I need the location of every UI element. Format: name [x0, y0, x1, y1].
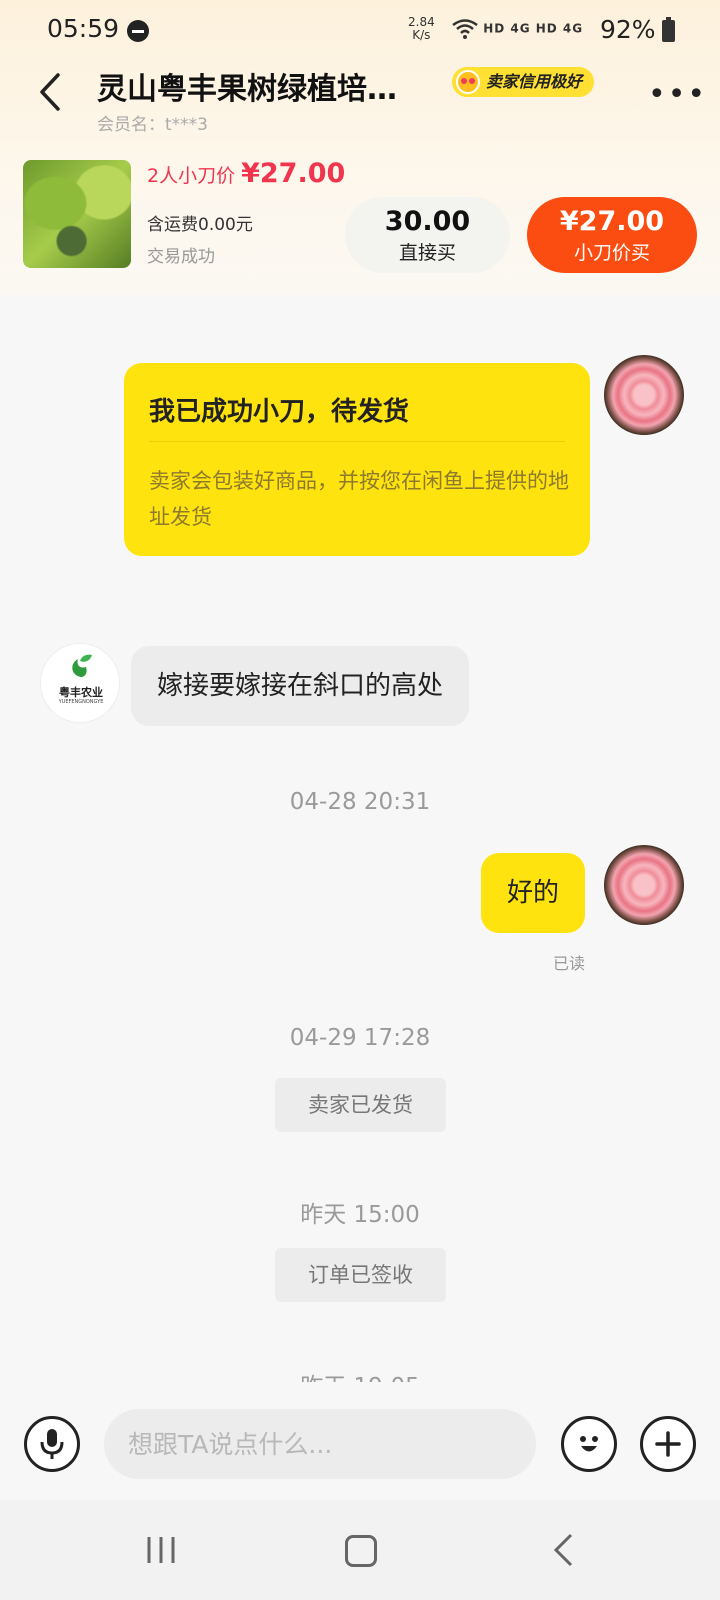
- credit-badge[interactable]: 卖家信用极好: [452, 67, 595, 97]
- battery-percent: 92%: [600, 15, 656, 44]
- more-button[interactable]: •••: [648, 80, 707, 110]
- buy-direct-button[interactable]: 30.00 直接买: [345, 197, 510, 273]
- home-icon[interactable]: [345, 1535, 377, 1567]
- credit-badge-label: 卖家信用极好: [486, 72, 583, 91]
- timestamp: 昨天 15:00: [300, 1202, 420, 1228]
- order-card: 2人小刀价 ¥27.00 含运费0.00元 交易成功 30.00 直接买 ¥27.…: [0, 150, 720, 290]
- buy-cut-price-button[interactable]: ¥27.00 小刀价买: [527, 197, 697, 273]
- wifi-icon: [452, 19, 478, 39]
- recent-apps-icon[interactable]: [145, 1535, 177, 1565]
- network-speed: 2.84 K/s: [408, 16, 435, 42]
- order-status-title: 我已成功小刀，待发货: [149, 397, 410, 427]
- chevron-left-icon: [40, 73, 60, 111]
- seller-avatar-name: 粤丰农业: [59, 686, 103, 699]
- emoji-button[interactable]: [561, 1416, 617, 1472]
- timestamp: 04-28 20:31: [289, 789, 431, 815]
- read-receipt: 已读: [553, 954, 586, 973]
- seller-avatar[interactable]: 粤丰农业 YUEFENGNONGYE: [40, 643, 120, 723]
- leaf-logo-icon: [72, 654, 92, 677]
- seller-avatar-sub: YUEFENGNONGYE: [58, 699, 104, 705]
- cut-button-label: 小刀价买: [573, 242, 650, 264]
- direct-label: 直接买: [398, 242, 456, 264]
- cut-price-label: 2人小刀价: [147, 165, 236, 187]
- battery-icon: [662, 17, 675, 42]
- heart-eyes-icon: [456, 70, 480, 94]
- seller-name[interactable]: 灵山粤丰果树绿植培…: [97, 64, 427, 108]
- order-status-body: 卖家会包装好商品，并按您在闲鱼上提供的地址发货: [149, 469, 569, 529]
- divider: [149, 441, 565, 442]
- timestamp: 04-29 17:28: [289, 1025, 431, 1051]
- cut-price-value: ¥27.00: [241, 158, 346, 189]
- direct-price: 30.00: [384, 206, 471, 237]
- microphone-icon: [40, 1429, 64, 1459]
- do-not-disturb-icon: [127, 20, 149, 42]
- network-type: HD 4G HD 4G: [483, 21, 584, 36]
- back-nav-icon[interactable]: [552, 1533, 574, 1567]
- seller-message-bubble[interactable]: 嫁接要嫁接在斜口的高处: [131, 646, 470, 726]
- network-speed-unit: K/s: [412, 28, 431, 42]
- message-input[interactable]: [104, 1409, 536, 1479]
- add-button[interactable]: [640, 1416, 696, 1472]
- cut-price-line: 2人小刀价 ¥27.00: [147, 158, 345, 189]
- timestamp: 昨天 19:05: [0, 1367, 720, 1382]
- my-avatar[interactable]: [604, 845, 684, 925]
- system-notice-shipped: 卖家已发货: [275, 1078, 446, 1132]
- system-navigation-bar: [0, 1500, 720, 1600]
- my-message-bubble[interactable]: 好的: [481, 853, 586, 933]
- voice-button[interactable]: [24, 1416, 80, 1472]
- cut-button-price: ¥27.00: [559, 206, 665, 237]
- status-time: 05:59: [47, 14, 120, 43]
- input-bar: [0, 1385, 720, 1500]
- member-name: 会员名：t***3: [97, 115, 208, 135]
- my-avatar[interactable]: [604, 355, 684, 435]
- signal-icons: HD 4G HD 4G: [452, 18, 583, 40]
- order-status-card[interactable]: 我已成功小刀，待发货 卖家会包装好商品，并按您在闲鱼上提供的地址发货: [124, 363, 590, 556]
- chat-header: 灵山粤丰果树绿植培… 会员名：t***3 卖家信用极好 •••: [0, 60, 720, 140]
- smiley-icon: [580, 1436, 598, 1452]
- back-button[interactable]: [30, 72, 70, 112]
- status-bar: 05:59 2.84 K/s HD 4G HD 4G 92%: [0, 0, 720, 60]
- plus-icon: [655, 1431, 681, 1457]
- shipping-fee: 含运费0.00元: [147, 215, 253, 235]
- trade-status: 交易成功: [147, 247, 215, 267]
- product-thumbnail[interactable]: [23, 160, 131, 268]
- system-notice-received: 订单已签收: [275, 1248, 446, 1302]
